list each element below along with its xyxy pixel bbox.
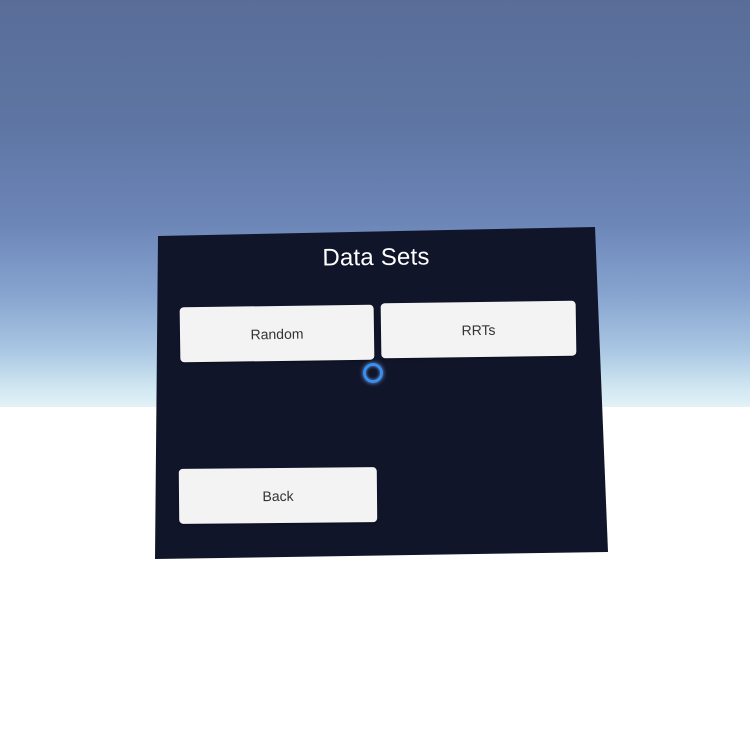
random-button-label: Random	[250, 325, 304, 342]
rrts-button-label: RRTs	[461, 321, 496, 338]
back-button-label: Back	[262, 487, 294, 504]
gaze-reticle-icon	[363, 363, 383, 383]
rrts-button[interactable]: RRTs	[380, 300, 577, 359]
random-button[interactable]: Random	[179, 304, 375, 363]
back-button[interactable]: Back	[178, 467, 378, 524]
panel-title: Data Sets	[322, 243, 430, 272]
vr-scene: Data Sets Random RRTs Back	[0, 0, 750, 750]
